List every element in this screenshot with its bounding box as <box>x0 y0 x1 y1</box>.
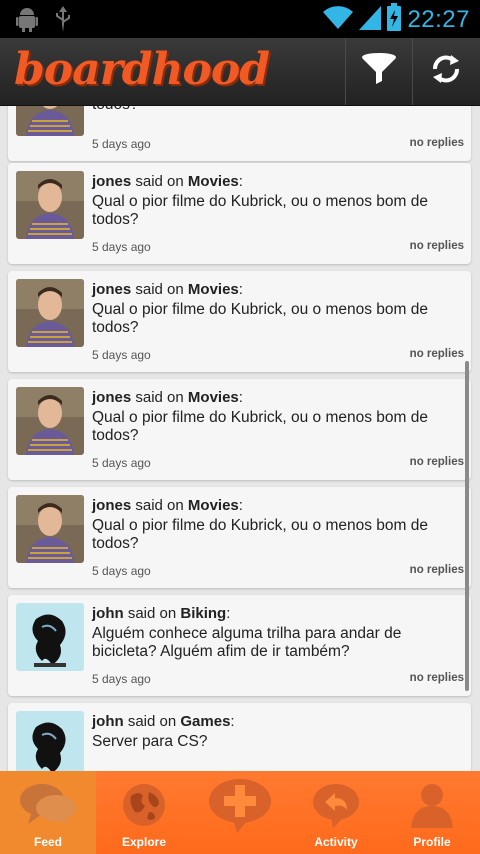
signal-icon <box>359 4 382 35</box>
post-author[interactable]: jones <box>92 281 131 298</box>
post-header: jones said on Movies: <box>92 173 243 190</box>
post-text: Server para CS? <box>92 733 208 750</box>
nav-label: Feed <box>33 835 62 849</box>
user-avatar[interactable] <box>16 106 84 136</box>
nav-explore[interactable]: Explore <box>96 771 192 854</box>
user-avatar[interactable] <box>16 711 84 771</box>
post-text: Alguém conhece alguma trilha para andar … <box>92 625 402 660</box>
feed-item[interactable]: jones said on Movies: Qual o pior filme … <box>8 163 471 264</box>
feed-item[interactable]: jones said on Movies: Qual o pior filme … <box>8 271 471 372</box>
clock: 22:27 <box>407 5 470 33</box>
nav-feed[interactable]: Feed <box>0 771 96 854</box>
post-header: john said on Games: <box>92 713 235 730</box>
post-said: said on <box>127 605 177 622</box>
post-text: Qual o pior filme do Kubrick, ou o menos… <box>92 193 429 228</box>
user-avatar[interactable] <box>16 495 84 563</box>
action-bar: boardhood <box>0 38 480 106</box>
nav-label: Explore <box>121 835 166 849</box>
feed-item[interactable]: john said on Games: Server para CS? <box>8 703 471 771</box>
post-board[interactable]: Movies <box>188 389 239 406</box>
post-header: jones said on Movies: <box>92 497 243 514</box>
refresh-button[interactable] <box>412 38 479 105</box>
app-logo: boardhood <box>14 44 270 95</box>
person-icon <box>409 781 455 829</box>
reply-bubble-icon <box>311 781 361 829</box>
post-said: said on <box>135 389 184 406</box>
nav-profile[interactable]: Profile <box>384 771 480 854</box>
usb-icon <box>54 6 72 37</box>
post-board[interactable]: Movies <box>188 173 239 190</box>
post-time: 5 days ago <box>92 672 151 686</box>
battery-charging-icon <box>387 3 402 36</box>
post-said: said on <box>135 497 184 514</box>
post-time: 5 days ago <box>92 564 151 578</box>
feed-list[interactable]: todos? 5 days ago no replies jones said … <box>0 106 480 771</box>
post-board[interactable]: Games <box>180 713 230 730</box>
user-avatar[interactable] <box>16 603 84 671</box>
filter-icon <box>360 52 398 91</box>
post-header: jones said on Movies: <box>92 281 243 298</box>
post-author[interactable]: john <box>92 605 124 622</box>
post-replies[interactable]: no replies <box>410 240 464 252</box>
post-replies[interactable]: no replies <box>410 137 464 149</box>
post-text: Qual o pior filme do Kubrick, ou o menos… <box>92 409 429 444</box>
post-board[interactable]: Movies <box>188 281 239 298</box>
post-replies[interactable]: no replies <box>410 672 464 684</box>
post-replies[interactable]: no replies <box>410 348 464 360</box>
user-avatar[interactable] <box>16 171 84 239</box>
post-text: todos? <box>92 106 452 114</box>
post-said: said on <box>135 281 184 298</box>
post-time: 5 days ago <box>92 348 151 362</box>
nav-label: Activity <box>314 835 358 849</box>
user-avatar[interactable] <box>16 387 84 455</box>
new-post-plus-icon <box>207 779 273 833</box>
filter-button[interactable] <box>345 38 412 105</box>
post-author[interactable]: jones <box>92 389 131 406</box>
nav-activity[interactable]: Activity <box>288 771 384 854</box>
post-time: 5 days ago <box>92 137 151 151</box>
post-author[interactable]: jones <box>92 173 131 190</box>
post-time: 5 days ago <box>92 240 151 254</box>
post-time: 5 days ago <box>92 456 151 470</box>
scrollbar[interactable] <box>465 361 469 691</box>
android-debug-icon <box>16 6 38 37</box>
feed-item[interactable]: todos? 5 days ago no replies <box>8 106 471 161</box>
user-avatar[interactable] <box>16 279 84 347</box>
refresh-icon <box>429 52 463 91</box>
bottom-nav: Feed Explore Activity Profile <box>0 771 480 854</box>
post-text: Qual o pior filme do Kubrick, ou o menos… <box>92 301 429 336</box>
post-board[interactable]: Biking <box>180 605 226 622</box>
globe-icon <box>121 781 167 829</box>
wifi-icon <box>323 4 354 35</box>
post-author[interactable]: john <box>92 713 124 730</box>
post-text: Qual o pior filme do Kubrick, ou o menos… <box>92 517 429 552</box>
post-board[interactable]: Movies <box>188 497 239 514</box>
post-author[interactable]: jones <box>92 497 131 514</box>
post-replies[interactable]: no replies <box>410 456 464 468</box>
feed-item[interactable]: jones said on Movies: Qual o pior filme … <box>8 487 471 588</box>
nav-new-post[interactable] <box>192 771 288 854</box>
post-said: said on <box>135 173 184 190</box>
post-said: said on <box>127 713 177 730</box>
chat-bubbles-icon <box>18 781 78 829</box>
feed-item[interactable]: jones said on Movies: Qual o pior filme … <box>8 379 471 480</box>
post-header: john said on Biking: <box>92 605 231 622</box>
nav-label: Profile <box>413 835 451 849</box>
feed-item[interactable]: john said on Biking: Alguém conhece algu… <box>8 595 471 696</box>
post-replies[interactable]: no replies <box>410 564 464 576</box>
status-bar: 22:27 <box>0 0 480 38</box>
post-header: jones said on Movies: <box>92 389 243 406</box>
